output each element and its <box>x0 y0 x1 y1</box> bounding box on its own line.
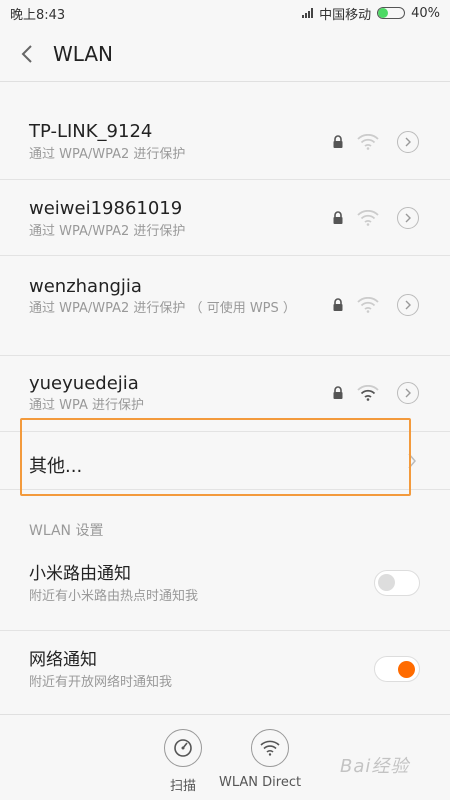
network-item-tp-link[interactable]: TP-LINK_9124 通过 WPA/WPA2 进行保护 <box>0 104 450 180</box>
network-notify-toggle[interactable] <box>374 656 420 682</box>
lock-icon <box>333 298 343 311</box>
setting-subtitle: 附近有小米路由热点时通知我 <box>29 589 199 604</box>
wifi-icon <box>357 297 379 313</box>
setting-item-network-notify[interactable]: 网络通知 附近有开放网络时通知我 <box>0 631 450 717</box>
chevron-right-icon <box>405 137 411 147</box>
wlan-direct-icon <box>251 729 290 767</box>
signal-icon <box>302 8 314 18</box>
network-detail-button[interactable] <box>397 294 419 316</box>
network-detail-button[interactable] <box>397 207 419 229</box>
network-ssid: TP-LINK_9124 <box>29 121 153 142</box>
status-right: 中国移动 40% <box>302 4 440 23</box>
wlan-direct-button[interactable]: WLAN Direct <box>219 729 301 790</box>
app-header: WLAN <box>0 26 450 82</box>
battery-icon <box>377 7 406 19</box>
wlan-direct-label: WLAN Direct <box>219 775 302 790</box>
scan-label: 扫描 <box>169 779 196 794</box>
lock-icon <box>333 211 343 224</box>
watermark-logo: Bai经验 <box>340 756 410 777</box>
network-security: 通过 WPA/WPA2 进行保护 <box>29 224 186 239</box>
chevron-right-icon <box>405 388 411 398</box>
carrier-name: 中国移动 <box>319 7 372 23</box>
chevron-right-icon <box>405 300 411 310</box>
chevron-right-icon <box>405 213 411 223</box>
network-security: 通过 WPA/WPA2 进行保护 （ 可使用 WPS ） <box>29 301 296 316</box>
mi-router-notify-toggle[interactable] <box>374 570 420 596</box>
setting-title: 网络通知 <box>29 650 97 670</box>
toggle-knob <box>378 574 395 591</box>
scrolled-item-remnant <box>30 82 230 90</box>
scan-button[interactable]: 扫描 <box>164 729 202 794</box>
network-item-weiwei[interactable]: weiwei19861019 通过 WPA/WPA2 进行保护 <box>0 180 450 256</box>
setting-item-mi-router-notify[interactable]: 小米路由通知 附近有小米路由热点时通知我 <box>0 545 450 631</box>
lock-icon <box>333 386 343 399</box>
wifi-icon <box>357 210 379 226</box>
lock-icon <box>333 135 343 148</box>
setting-title: 小米路由通知 <box>29 564 131 584</box>
battery-fill <box>378 8 389 18</box>
network-detail-button[interactable] <box>397 131 419 153</box>
network-item-wenzhangjia[interactable]: wenzhangjia 通过 WPA/WPA2 进行保护 （ 可使用 WPS ） <box>0 256 450 356</box>
status-time: 晚上8:43 <box>10 7 66 23</box>
highlight-annotation-box <box>20 418 411 496</box>
network-detail-button[interactable] <box>397 382 419 404</box>
network-security: 通过 WPA/WPA2 进行保护 <box>29 147 186 162</box>
network-security: 通过 WPA 进行保护 <box>29 398 145 413</box>
wifi-icon <box>357 385 379 401</box>
setting-subtitle: 附近有开放网络时通知我 <box>29 675 173 690</box>
page-title: WLAN <box>53 41 114 66</box>
status-bar: 晚上8:43 中国移动 40% <box>0 0 450 26</box>
scan-icon <box>164 729 202 767</box>
network-ssid: yueyuedejia <box>29 373 139 394</box>
wifi-icon <box>357 134 379 150</box>
section-title-wlan-settings: WLAN 设置 <box>29 523 104 539</box>
network-ssid: wenzhangjia <box>29 276 142 297</box>
chevron-left-icon[interactable] <box>15 42 39 66</box>
toggle-knob <box>398 661 415 678</box>
network-ssid: weiwei19861019 <box>29 198 183 219</box>
battery-percent: 40% <box>411 5 440 21</box>
